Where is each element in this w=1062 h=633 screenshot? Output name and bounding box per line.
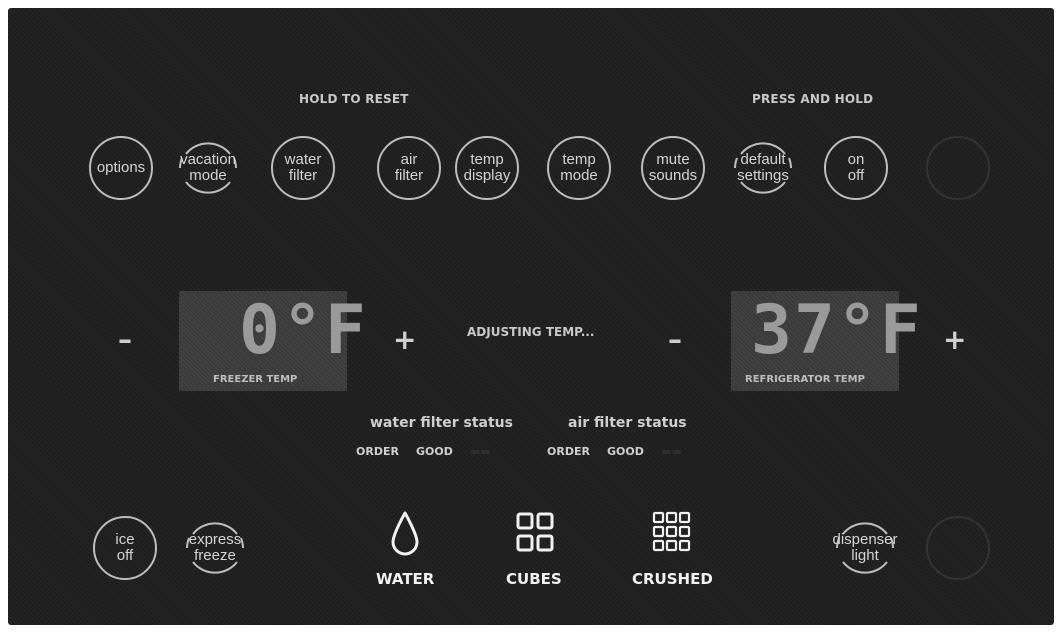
air-filter-label: air filter	[394, 151, 424, 184]
express-freeze-label: express freeze	[188, 531, 242, 564]
options-button[interactable]: options	[89, 136, 153, 200]
freezer-minus-button[interactable]: –	[118, 326, 132, 354]
freezer-display: 0°F FREEZER TEMP	[179, 291, 366, 391]
on-off-button[interactable]: on off	[824, 136, 888, 200]
on-off-label: on off	[847, 151, 865, 184]
air-filter-replace-indicator: ▬▬	[661, 445, 682, 458]
adjusting-temp-message: ADJUSTING TEMP...	[467, 325, 595, 339]
ice-off-button[interactable]: ice off	[93, 516, 157, 580]
vacation-mode-label: vacation mode	[180, 151, 236, 184]
default-settings-button[interactable]: default settings	[731, 136, 795, 200]
vacation-mode-button[interactable]: vacation mode	[176, 136, 240, 200]
crushed-dispense-label[interactable]: CRUSHED	[632, 570, 713, 588]
water-filter-label: water filter	[284, 151, 322, 184]
temp-mode-label: temp mode	[560, 151, 598, 184]
cubes-dispense-label[interactable]: CUBES	[506, 570, 562, 588]
unlabeled-faint-button-top[interactable]	[926, 136, 990, 200]
dispenser-light-button[interactable]: dispenser light	[832, 516, 898, 580]
temp-display-label: temp display	[463, 151, 511, 184]
dispenser-light-label: dispenser light	[832, 531, 898, 564]
ice-off-label: ice off	[115, 531, 135, 564]
water-drop-icon[interactable]	[388, 510, 422, 558]
ghost-indicator-1: ·	[516, 274, 520, 288]
water-filter-replace-indicator: ▬▬	[470, 445, 491, 458]
water-filter-good-indicator: GOOD	[416, 445, 453, 458]
refrigerator-plus-button[interactable]: +	[943, 326, 966, 354]
refrigerator-minus-button[interactable]: –	[668, 326, 682, 354]
unlabeled-faint-button-bottom[interactable]	[926, 516, 990, 580]
refrigerator-temp-value: 37°F	[751, 291, 923, 370]
air-filter-button[interactable]: air filter	[377, 136, 441, 200]
refrigerator-display: 37°F REFRIGERATOR TEMP	[731, 291, 921, 391]
water-filter-button[interactable]: water filter	[271, 136, 335, 200]
options-label: options	[96, 159, 146, 176]
press-and-hold-header: PRESS AND HOLD	[752, 92, 874, 106]
cubes-icon[interactable]	[515, 511, 555, 555]
crushed-ice-icon[interactable]	[652, 511, 692, 555]
freezer-temp-value: 0°F	[239, 291, 368, 370]
refrigerator-temp-label: REFRIGERATOR TEMP	[745, 374, 865, 385]
temp-display-button[interactable]: temp display	[455, 136, 519, 200]
temp-mode-button[interactable]: temp mode	[547, 136, 611, 200]
freezer-plus-button[interactable]: +	[393, 326, 416, 354]
air-filter-order-indicator: ORDER	[547, 445, 590, 458]
control-panel: HOLD TO RESET PRESS AND HOLD options vac…	[8, 8, 1054, 625]
mute-sounds-button[interactable]: mute sounds	[641, 136, 705, 200]
express-freeze-button[interactable]: express freeze	[183, 516, 247, 580]
air-filter-good-indicator: GOOD	[607, 445, 644, 458]
water-filter-order-indicator: ORDER	[356, 445, 399, 458]
water-filter-status-title: water filter status	[370, 415, 513, 431]
air-filter-status-title: air filter status	[568, 415, 687, 431]
mute-sounds-label: mute sounds	[648, 151, 698, 184]
hold-to-reset-header: HOLD TO RESET	[299, 92, 409, 106]
freezer-temp-label: FREEZER TEMP	[213, 374, 298, 385]
water-dispense-label[interactable]: WATER	[376, 570, 434, 588]
default-settings-label: default settings	[737, 151, 789, 184]
